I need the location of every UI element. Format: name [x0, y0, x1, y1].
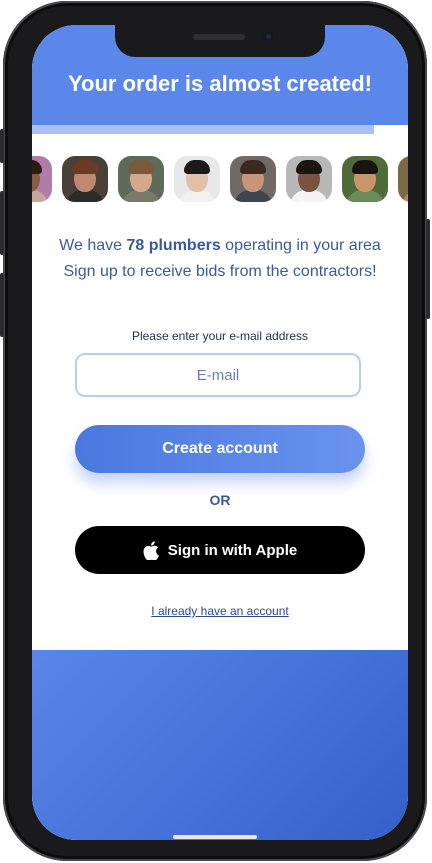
- avatar-hair: [184, 160, 210, 174]
- speaker-grille: [193, 34, 245, 40]
- notch: [115, 25, 325, 57]
- silent-switch: [0, 129, 4, 163]
- create-account-button[interactable]: Create account: [75, 425, 365, 473]
- avatar-hair: [128, 160, 154, 174]
- apple-button-label: Sign in with Apple: [167, 541, 298, 559]
- avatar-shirt: [32, 190, 48, 202]
- contractor-avatar: [32, 156, 52, 202]
- progress-fill: [32, 125, 375, 134]
- avatar-hair: [32, 160, 42, 174]
- avatar-hair: [72, 160, 98, 174]
- home-indicator: [173, 835, 257, 839]
- contractor-avatar: [230, 156, 276, 202]
- contractor-avatar: [118, 156, 164, 202]
- footer-panel: [32, 650, 408, 840]
- avatar-hair: [296, 160, 322, 174]
- page-title: Your order is almost created!: [67, 71, 372, 96]
- progress-bar: [32, 125, 408, 134]
- contractor-avatar: [286, 156, 332, 202]
- volume-up-button: [0, 191, 4, 255]
- email-field[interactable]: [75, 353, 361, 397]
- avatar-hair: [352, 160, 378, 174]
- power-button: [426, 219, 430, 319]
- contractor-avatar: [398, 156, 408, 202]
- volume-down-button: [0, 273, 4, 337]
- info-line-2: Sign up to receive bids from the contrac…: [63, 263, 377, 280]
- info-line-1: We have 78 plumbers operating in your ar…: [32, 233, 408, 259]
- screen: Your order is almost created! We have 78…: [32, 25, 408, 840]
- contractor-avatar: [62, 156, 108, 202]
- contractor-avatars: [32, 156, 408, 204]
- front-camera: [263, 31, 274, 42]
- plumber-count: 78 plumbers: [126, 237, 221, 254]
- contractor-info: We have 78 plumbers operating in your ar…: [32, 233, 408, 285]
- avatar-hair: [240, 160, 266, 174]
- contractor-avatar: [174, 156, 220, 202]
- info-suffix: operating in your area: [220, 237, 381, 254]
- login-link-wrap: I already have an account: [32, 602, 408, 620]
- contractor-avatar: [342, 156, 388, 202]
- phone-frame: Your order is almost created! We have 78…: [0, 1, 430, 861]
- or-divider: OR: [209, 492, 231, 508]
- already-have-account-link[interactable]: I already have an account: [151, 604, 288, 618]
- sign-in-with-apple-button[interactable]: Sign in with Apple: [75, 526, 365, 574]
- apple-logo-icon: [143, 540, 159, 560]
- email-prompt: Please enter your e-mail address: [131, 329, 309, 343]
- avatar-shirt: [402, 190, 408, 202]
- info-prefix: We have: [59, 237, 127, 254]
